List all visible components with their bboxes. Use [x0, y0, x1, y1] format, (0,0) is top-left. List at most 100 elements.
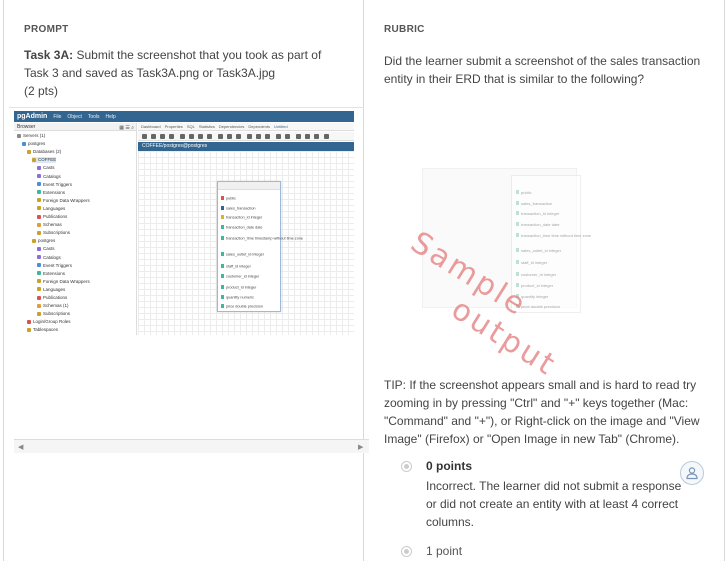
option-1-radio[interactable] — [401, 546, 412, 557]
tree-node[interactable]: Schemas (1) — [37, 303, 69, 309]
tree-node[interactable]: Extensions — [37, 190, 65, 196]
canvas-path: COFFEE/postgres@postgres — [138, 142, 354, 151]
user-icon[interactable] — [680, 461, 704, 485]
tree-node-icon — [37, 311, 41, 316]
prompt-column: PROMPT Task 3A: Submit the screenshot th… — [4, 0, 369, 561]
tree-node-label: Publications — [43, 295, 68, 300]
tree-node-label: Event Triggers — [43, 181, 73, 187]
tree-node[interactable]: Subscriptions — [37, 230, 70, 236]
tree-node[interactable]: Publications — [37, 214, 67, 220]
tree-node[interactable]: Tablespaces — [27, 327, 58, 333]
horizontal-scrollbar[interactable]: ◀ ▶ — [14, 439, 369, 453]
tree-node-label: Tablespaces — [33, 327, 59, 333]
submitted-screenshot[interactable]: pgAdmin File Object Tools Help Browser ▦… — [9, 107, 369, 453]
column-label: customer_id integer — [521, 272, 557, 277]
tree-node[interactable]: Catalogs — [37, 255, 61, 261]
entity-column-row: sales_outlet_id integer — [221, 252, 264, 257]
tree-node[interactable]: Subscriptions — [37, 311, 70, 317]
tree-node[interactable]: Extensions — [37, 271, 65, 277]
sample-column-row: transaction_date date — [516, 222, 559, 227]
tree-node[interactable]: Casts — [37, 165, 55, 171]
tree-node[interactable]: postgres — [22, 141, 45, 147]
tree-node-icon — [37, 230, 41, 235]
tree-node-icon — [37, 295, 41, 300]
tree-node-icon — [37, 287, 41, 292]
tree-node-label: Casts — [43, 165, 55, 171]
browser-toolbar-icons: ▦ ☰ ⌕ — [119, 125, 134, 131]
tree-node[interactable]: Languages — [37, 206, 65, 212]
pgadmin-logo: pgAdmin — [17, 113, 48, 120]
tree-node[interactable]: Publications — [37, 295, 67, 301]
column-label: sales_transaction — [226, 206, 256, 211]
tree-node-icon — [37, 255, 41, 259]
rubric-label: RUBRIC — [384, 24, 425, 35]
tree-node-label: Event Triggers — [43, 262, 73, 268]
tab-dependents: Dependents — [248, 124, 270, 129]
tree-node[interactable]: Catalogs — [37, 174, 61, 180]
tree-node[interactable]: Event Triggers — [37, 182, 72, 188]
tree-node-icon — [37, 246, 41, 251]
entity-column-row: staff_id integer — [221, 264, 251, 269]
scroll-right-icon[interactable]: ▶ — [358, 443, 363, 451]
zoom-tip: TIP: If the screenshot appears small and… — [384, 378, 700, 446]
tree-node[interactable]: Servers (1) — [17, 133, 45, 139]
tree-node-icon — [37, 222, 41, 227]
rubric-column: RUBRIC Did the learner submit a screensh… — [365, 0, 725, 561]
tree-node-icon — [37, 214, 41, 219]
tree-node[interactable]: Foreign Data Wrappers — [37, 279, 90, 285]
tab-sql: SQL — [186, 124, 195, 129]
tree-node[interactable]: Foreign Data Wrappers — [37, 198, 90, 204]
tree-node[interactable]: Schemas — [37, 222, 62, 228]
column-label: price double precision — [226, 304, 263, 309]
column-icon — [516, 211, 519, 215]
column-label: public — [226, 196, 236, 201]
tree-node-label: Servers (1) — [23, 133, 46, 138]
tree-node-label: Languages — [43, 286, 66, 292]
column-label: transaction_time time without time zone — [521, 233, 592, 238]
tree-node-icon — [37, 303, 41, 308]
sample-column-row: staff_id integer — [516, 260, 547, 265]
tree-node-label: Subscriptions — [43, 230, 71, 236]
tree-node-icon — [37, 271, 41, 276]
tree-node-label: Publications — [43, 214, 68, 219]
column-icon — [221, 225, 224, 229]
column-icon — [221, 206, 224, 210]
tree-node[interactable]: Login/Group Roles — [27, 319, 71, 325]
column-icon — [221, 274, 224, 278]
tree-node-icon — [37, 174, 41, 178]
tab-dependencies: Dependencies — [218, 124, 245, 129]
sample-column-row: sales_outlet_id integer — [516, 248, 561, 253]
option-0-radio[interactable] — [401, 461, 412, 472]
option-1-title: 1 point — [426, 544, 463, 558]
tree-node-label: Schemas (1) — [43, 303, 69, 309]
tree-node[interactable]: postgres — [32, 238, 55, 244]
column-icon — [221, 196, 224, 200]
column-icon — [516, 222, 519, 226]
rubric-question: Did the learner submit a screenshot of t… — [384, 54, 701, 86]
column-label: customer_id integer — [226, 274, 260, 279]
tree-node-icon — [27, 327, 31, 332]
tree-node[interactable]: COFFEE — [32, 157, 57, 164]
column-icon — [221, 295, 224, 299]
browser-title: Browser — [17, 124, 36, 130]
tree-node[interactable]: Casts — [37, 246, 55, 252]
column-label: transaction_id integer — [226, 215, 263, 220]
column-label: quantity numeric — [226, 295, 254, 300]
person-icon — [686, 467, 698, 480]
menu-file: File — [53, 113, 62, 120]
entity-column-row: customer_id integer — [221, 274, 259, 279]
column-label: transaction_time timestamp without time … — [226, 236, 304, 241]
column-label: public — [521, 190, 532, 195]
tab-untitled: Untitled — [274, 124, 288, 129]
tree-node[interactable]: Languages — [37, 287, 65, 293]
sample-column-row: sales_transaction — [516, 201, 552, 206]
tree-node[interactable]: Event Triggers — [37, 263, 72, 269]
scroll-left-icon[interactable]: ◀ — [18, 443, 23, 451]
tree-node-icon — [32, 157, 36, 162]
entity-column-row: transaction_id integer — [221, 215, 262, 220]
tree-node-icon — [37, 206, 41, 211]
column-label: sales_outlet_id integer — [226, 252, 264, 257]
column-label: product_id integer — [521, 283, 554, 288]
column-icon — [516, 248, 519, 252]
tree-node[interactable]: Databases (2) — [27, 149, 61, 155]
